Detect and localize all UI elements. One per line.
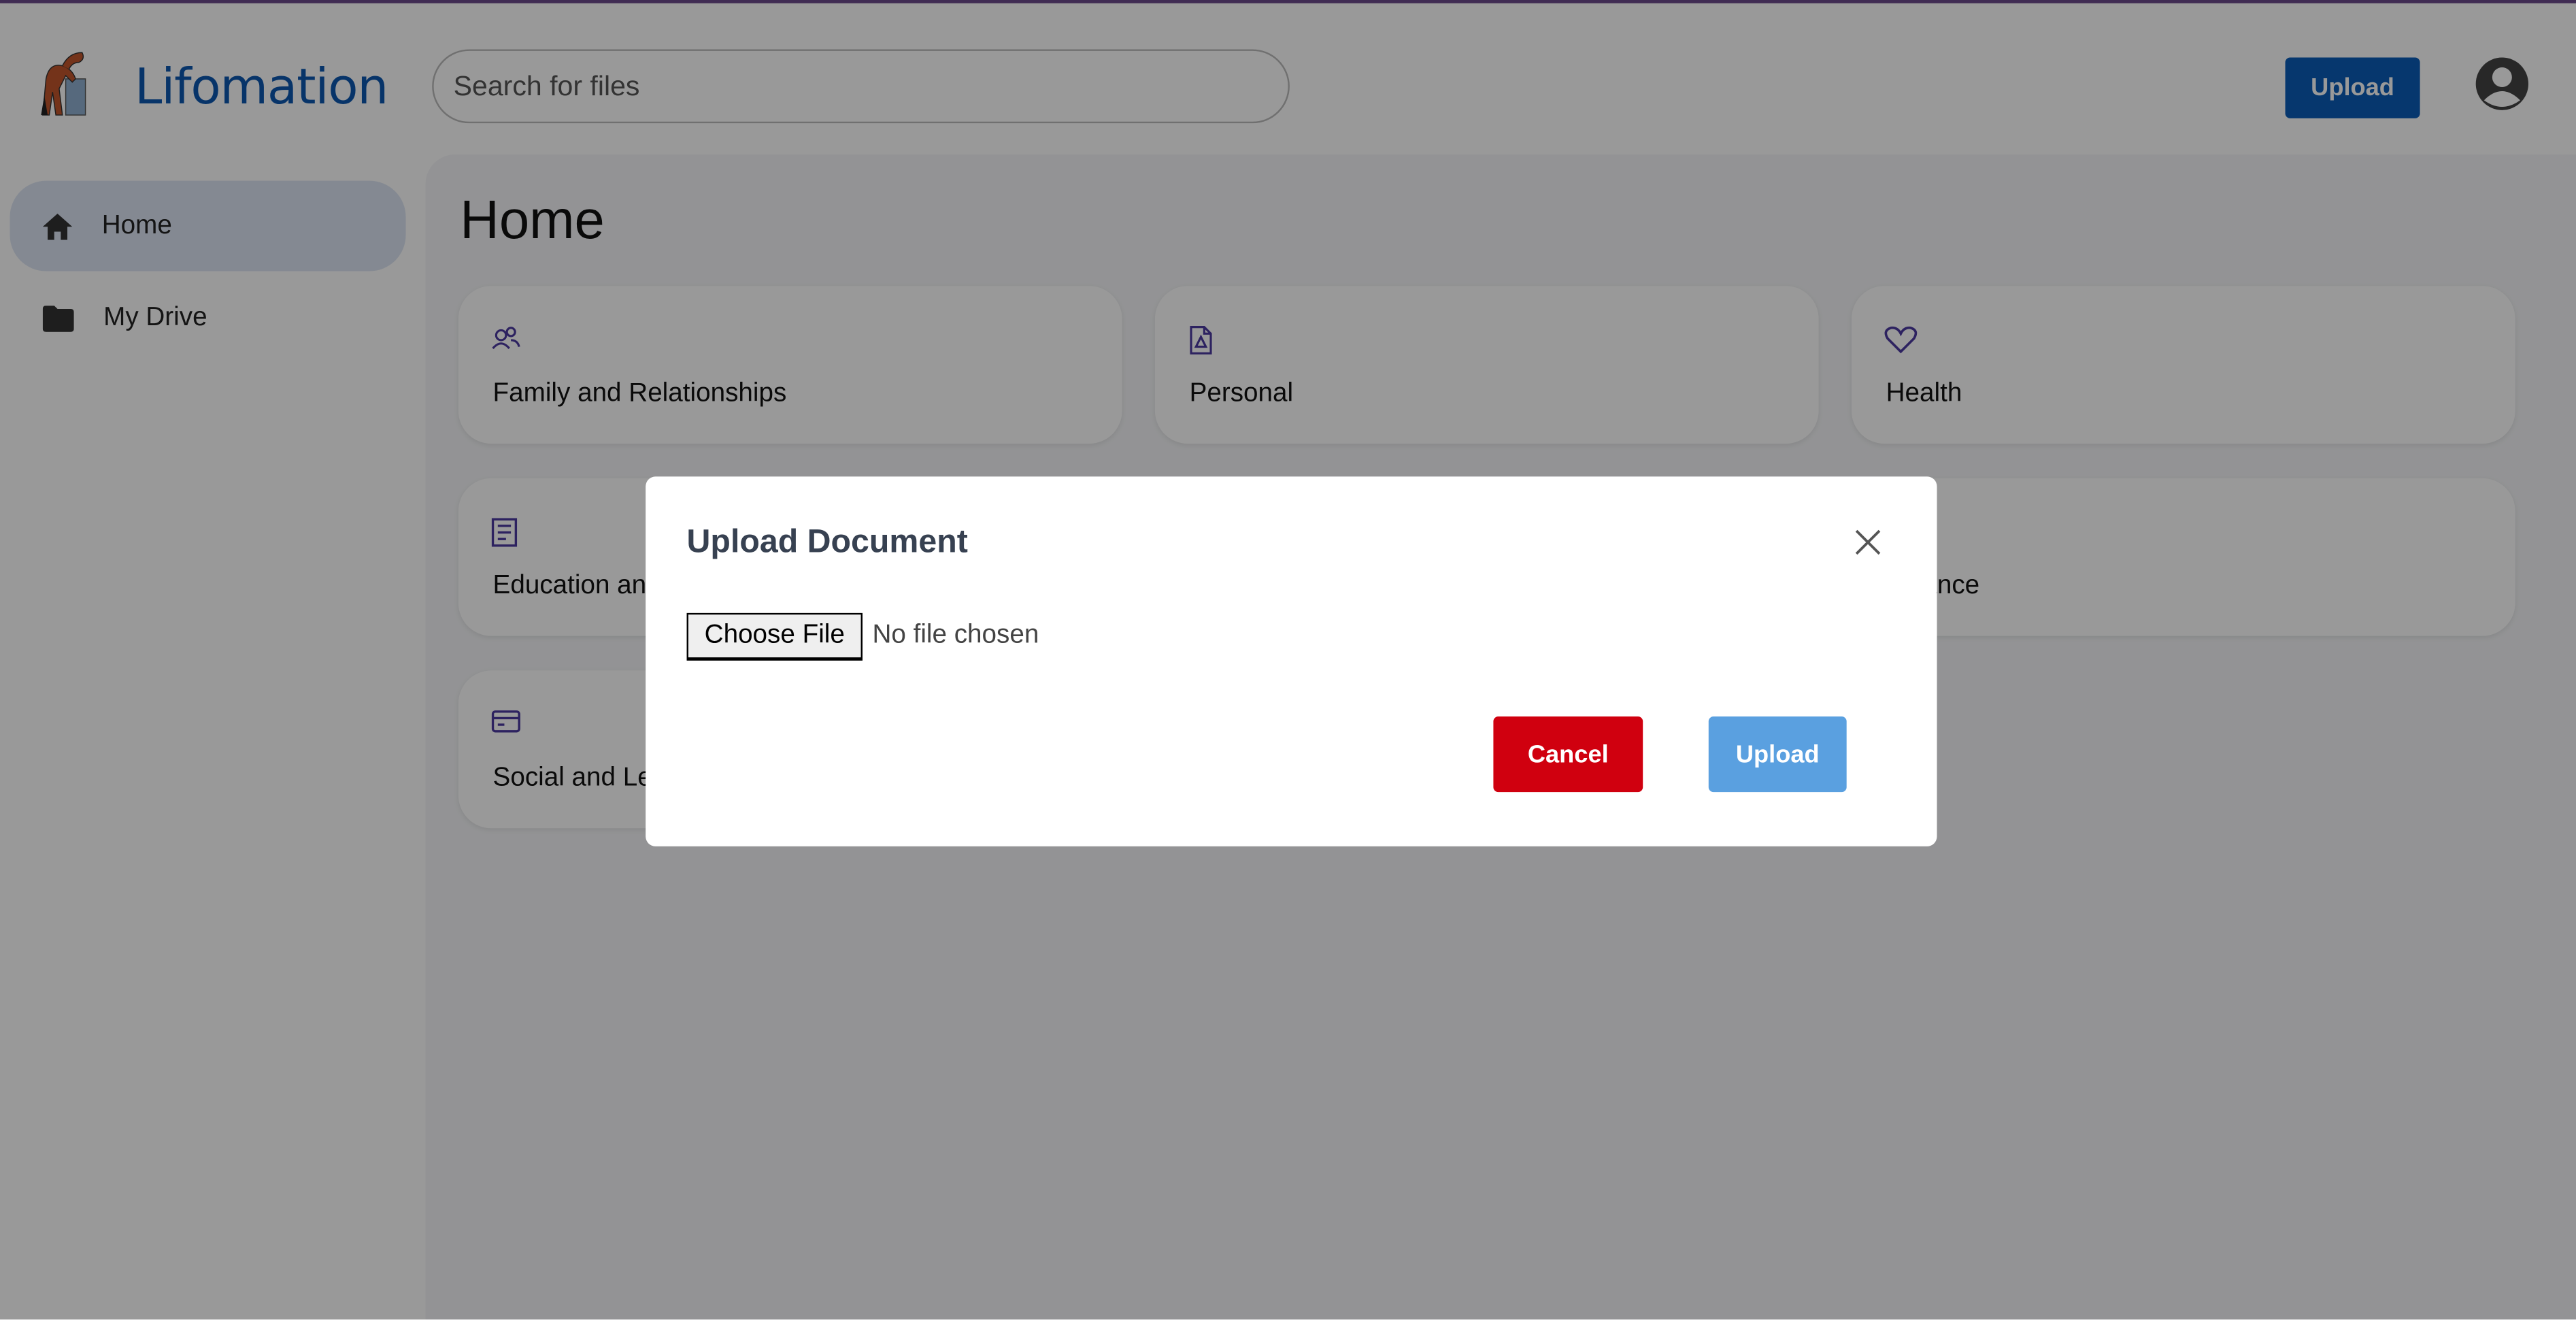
cancel-button[interactable]: Cancel bbox=[1493, 716, 1643, 793]
file-status: No file chosen bbox=[872, 621, 1039, 650]
upload-submit-button[interactable]: Upload bbox=[1708, 716, 1847, 793]
app: Lifomation Search for files Upload Home … bbox=[0, 0, 2576, 1320]
choose-file-button[interactable]: Choose File bbox=[686, 612, 863, 661]
dialog-title: Upload Document bbox=[686, 524, 968, 561]
close-icon[interactable] bbox=[1855, 529, 1881, 556]
upload-document-dialog: Upload Document Choose File No file chos… bbox=[646, 476, 1937, 846]
